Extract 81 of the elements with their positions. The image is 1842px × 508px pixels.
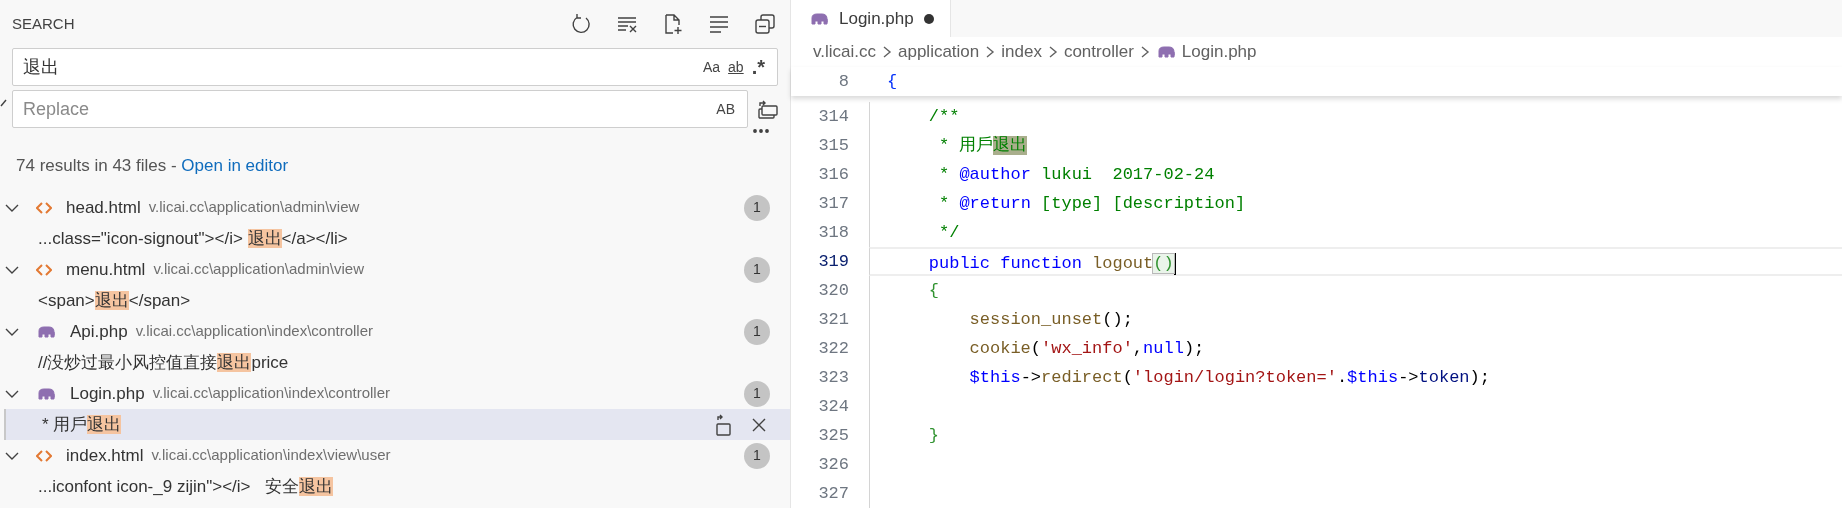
line-number: 316 bbox=[817, 164, 850, 186]
lines-icon[interactable] bbox=[708, 13, 730, 35]
search-field[interactable]: 退出 Aa ab .* bbox=[12, 48, 778, 86]
code-file-icon bbox=[36, 262, 52, 277]
line-number: 327 bbox=[817, 483, 850, 505]
file-name[interactable]: Api.php bbox=[70, 318, 128, 345]
line-number: 314 bbox=[817, 106, 850, 128]
elephant-icon bbox=[36, 324, 56, 339]
code-line: * @return [type] [description] bbox=[938, 194, 1246, 213]
code-line: session_unset(); bbox=[968, 310, 1133, 329]
refresh-icon[interactable] bbox=[570, 13, 592, 35]
code-file-icon bbox=[36, 200, 52, 215]
match-line[interactable]: ...class="icon-signout"></i> 退出</a></li> bbox=[38, 225, 348, 252]
editor-tab[interactable]: Login.php bbox=[791, 0, 951, 38]
match-case-toggle[interactable]: Aa bbox=[698, 56, 725, 78]
code-line: /** bbox=[927, 107, 960, 126]
match-count: 1 bbox=[744, 256, 770, 283]
breadcrumb-item[interactable]: index bbox=[1001, 39, 1042, 65]
line-number: 322 bbox=[817, 338, 850, 360]
file-path: v.licai.cc\application\index\controller bbox=[152, 383, 391, 404]
chevron-right-icon bbox=[882, 45, 892, 60]
code-line: $this->redirect('login/login?token='.$this->token); bbox=[968, 368, 1490, 387]
chevron-right-icon bbox=[985, 45, 996, 60]
line-number: 321 bbox=[817, 309, 850, 331]
match-line[interactable]: <span>退出</span> bbox=[38, 287, 191, 314]
text-cursor bbox=[1173, 252, 1176, 275]
breadcrumb-item[interactable]: v.licai.cc bbox=[813, 39, 876, 65]
match-count: 1 bbox=[744, 442, 770, 469]
file-path: v.licai.cc\application\index\controller bbox=[135, 321, 373, 342]
breadcrumb-item[interactable]: application bbox=[898, 39, 980, 65]
code-line: cookie('wx_info',null); bbox=[968, 339, 1205, 358]
file-name[interactable]: index.html bbox=[66, 442, 144, 469]
code-line: { bbox=[887, 72, 898, 91]
file-name[interactable]: head.html bbox=[66, 194, 141, 221]
code-line: * 用戶退出 bbox=[938, 136, 1028, 155]
code-line: */ bbox=[938, 223, 960, 242]
elephant-icon bbox=[1155, 45, 1176, 60]
line-number: 325 bbox=[817, 425, 850, 447]
code-line: * @author lukui 2017-02-24 bbox=[938, 165, 1215, 184]
line-number: 8 bbox=[837, 71, 850, 93]
breadcrumb-item[interactable]: Login.php bbox=[1181, 39, 1257, 65]
file-name[interactable]: Login.php bbox=[70, 380, 145, 407]
match-count: 1 bbox=[744, 380, 770, 407]
preserve-case-toggle[interactable]: AB bbox=[712, 98, 739, 120]
open-in-editor-link[interactable]: Open in editor bbox=[181, 153, 289, 179]
chevron-right-icon bbox=[1139, 45, 1150, 60]
match-count: 1 bbox=[744, 194, 770, 221]
breadcrumb-item[interactable]: controller bbox=[1063, 39, 1134, 65]
file-name[interactable]: menu.html bbox=[66, 256, 146, 283]
elephant-icon bbox=[36, 386, 56, 401]
code-line: { bbox=[927, 281, 939, 300]
replace-field[interactable]: Replace AB bbox=[12, 90, 748, 128]
file-path: v.licai.cc\application\admin\view bbox=[153, 259, 365, 280]
line-number: 317 bbox=[817, 193, 850, 215]
elephant-icon bbox=[809, 11, 829, 26]
line-number: 318 bbox=[817, 222, 850, 244]
code-line: public function logout() bbox=[927, 254, 1174, 273]
replace-all-icon[interactable] bbox=[756, 98, 778, 120]
collapse-all-icon[interactable] bbox=[754, 13, 776, 35]
file-path: v.licai.cc\application\index\view\user bbox=[151, 445, 391, 466]
whole-word-toggle[interactable]: ab bbox=[724, 56, 748, 78]
file-path: v.licai.cc\application\admin\view bbox=[148, 197, 360, 218]
line-number: 326 bbox=[817, 454, 850, 476]
new-file-icon[interactable] bbox=[662, 13, 684, 35]
line-number: 324 bbox=[817, 396, 850, 418]
match-line[interactable]: * 用戶退出 bbox=[42, 411, 122, 438]
code-line: } bbox=[927, 426, 939, 445]
chevron-right-icon bbox=[1047, 45, 1058, 60]
line-number: 315 bbox=[817, 135, 850, 157]
match-line[interactable]: ...iconfont icon-_9 zijin"></i> 安全退出 bbox=[38, 473, 333, 500]
replace-icon[interactable] bbox=[714, 413, 734, 436]
panel-title: SEARCH bbox=[12, 13, 75, 34]
code-file-icon bbox=[36, 448, 52, 463]
match-count: 1 bbox=[744, 318, 770, 345]
line-number: 323 bbox=[817, 367, 850, 389]
regex-toggle[interactable]: .* bbox=[747, 52, 769, 82]
line-number: 320 bbox=[817, 280, 850, 302]
line-number: 319 bbox=[817, 251, 850, 273]
match-line[interactable]: //没炒过最小风控值直接退出price bbox=[38, 349, 289, 376]
results-summary: 74 results in 43 files - bbox=[16, 155, 178, 178]
more-icon[interactable] bbox=[752, 128, 770, 134]
